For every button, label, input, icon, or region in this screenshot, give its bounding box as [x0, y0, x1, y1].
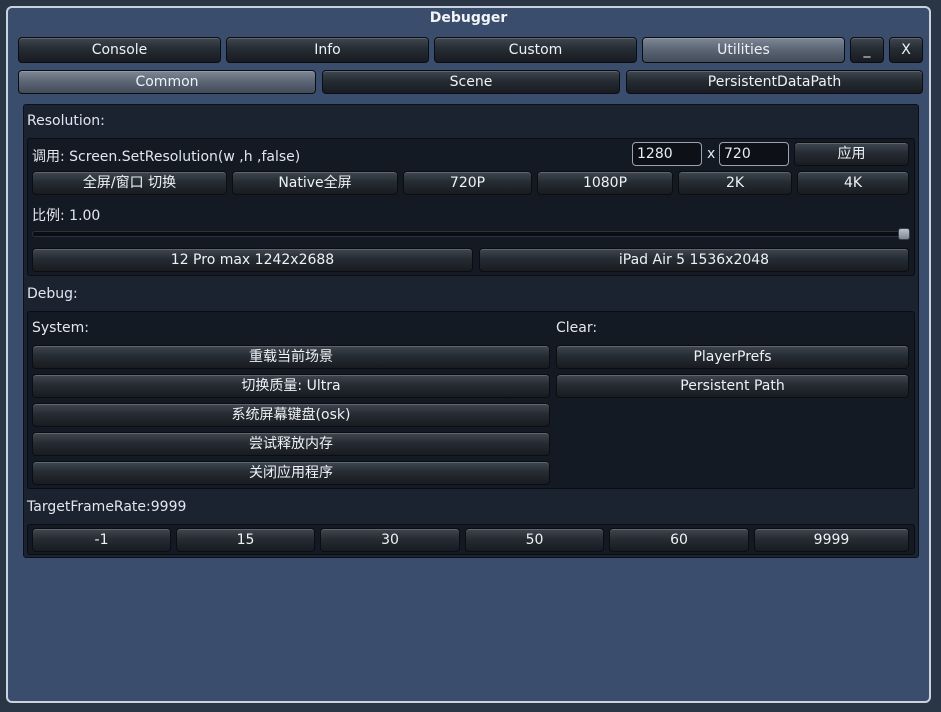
preset-4k-button[interactable]: 4K: [797, 171, 909, 195]
framerate-box: -1 15 30 50 60 9999: [27, 524, 915, 555]
target-framerate-label: TargetFrameRate:9999: [27, 499, 187, 515]
resolution-x-label: x: [707, 146, 716, 162]
framerate-option-button[interactable]: 60: [609, 528, 749, 552]
subtab-common[interactable]: Common: [18, 70, 316, 94]
toggle-quality-button[interactable]: 切换质量: Ultra: [32, 374, 550, 398]
tab-console[interactable]: Console: [18, 37, 221, 63]
fullscreen-toggle-button[interactable]: 全屏/窗口 切换: [32, 171, 227, 195]
clear-playerprefs-button[interactable]: PlayerPrefs: [556, 345, 909, 369]
apply-button[interactable]: 应用: [794, 142, 909, 166]
native-fullscreen-button[interactable]: Native全屏: [232, 171, 398, 195]
framerate-option-button[interactable]: 9999: [754, 528, 909, 552]
preset-2k-button[interactable]: 2K: [678, 171, 792, 195]
framerate-option-button[interactable]: 30: [320, 528, 460, 552]
debug-section-label: Debug:: [27, 286, 78, 302]
scale-slider[interactable]: [32, 231, 910, 237]
common-panel: Resolution: 调用: Screen.SetResolution(w ,…: [23, 104, 919, 558]
tab-info[interactable]: Info: [226, 37, 429, 63]
release-memory-button[interactable]: 尝试释放内存: [32, 432, 550, 456]
resolution-section-label: Resolution:: [27, 113, 105, 129]
scale-slider-thumb[interactable]: [898, 228, 910, 240]
preset-1080p-button[interactable]: 1080P: [537, 171, 673, 195]
reload-scene-button[interactable]: 重载当前场景: [32, 345, 550, 369]
clear-persistent-path-button[interactable]: Persistent Path: [556, 374, 909, 398]
resolution-width-input[interactable]: 1280: [632, 142, 702, 166]
minimize-button[interactable]: _: [850, 37, 884, 63]
window-title: Debugger: [429, 10, 508, 26]
subtab-persistent-data-path[interactable]: PersistentDataPath: [626, 70, 923, 94]
device-iphone12promax-button[interactable]: 12 Pro max 1242x2688: [32, 248, 473, 272]
screen-keyboard-button[interactable]: 系统屏幕键盘(osk): [32, 403, 550, 427]
debug-box: System: 重载当前场景 切换质量: Ultra 系统屏幕键盘(osk) 尝…: [27, 311, 915, 489]
quit-application-button[interactable]: 关闭应用程序: [32, 461, 550, 485]
resolution-height-input[interactable]: 720: [719, 142, 789, 166]
close-button[interactable]: X: [889, 37, 923, 63]
debugger-window: Debugger Console Info Custom Utilities _…: [6, 6, 931, 703]
framerate-option-button[interactable]: -1: [32, 528, 171, 552]
subtab-scene[interactable]: Scene: [322, 70, 620, 94]
device-ipadair5-button[interactable]: iPad Air 5 1536x2048: [479, 248, 909, 272]
scale-label: 比例: 1.00: [32, 208, 101, 224]
framerate-option-button[interactable]: 15: [176, 528, 315, 552]
tab-custom[interactable]: Custom: [434, 37, 637, 63]
clear-label: Clear:: [556, 320, 598, 336]
set-resolution-call-label: 调用: Screen.SetResolution(w ,h ,false): [32, 149, 301, 165]
system-label: System:: [32, 320, 89, 336]
preset-720p-button[interactable]: 720P: [403, 171, 532, 195]
framerate-option-button[interactable]: 50: [465, 528, 604, 552]
tab-utilities[interactable]: Utilities: [642, 37, 845, 63]
resolution-box: 调用: Screen.SetResolution(w ,h ,false) 12…: [27, 138, 915, 276]
